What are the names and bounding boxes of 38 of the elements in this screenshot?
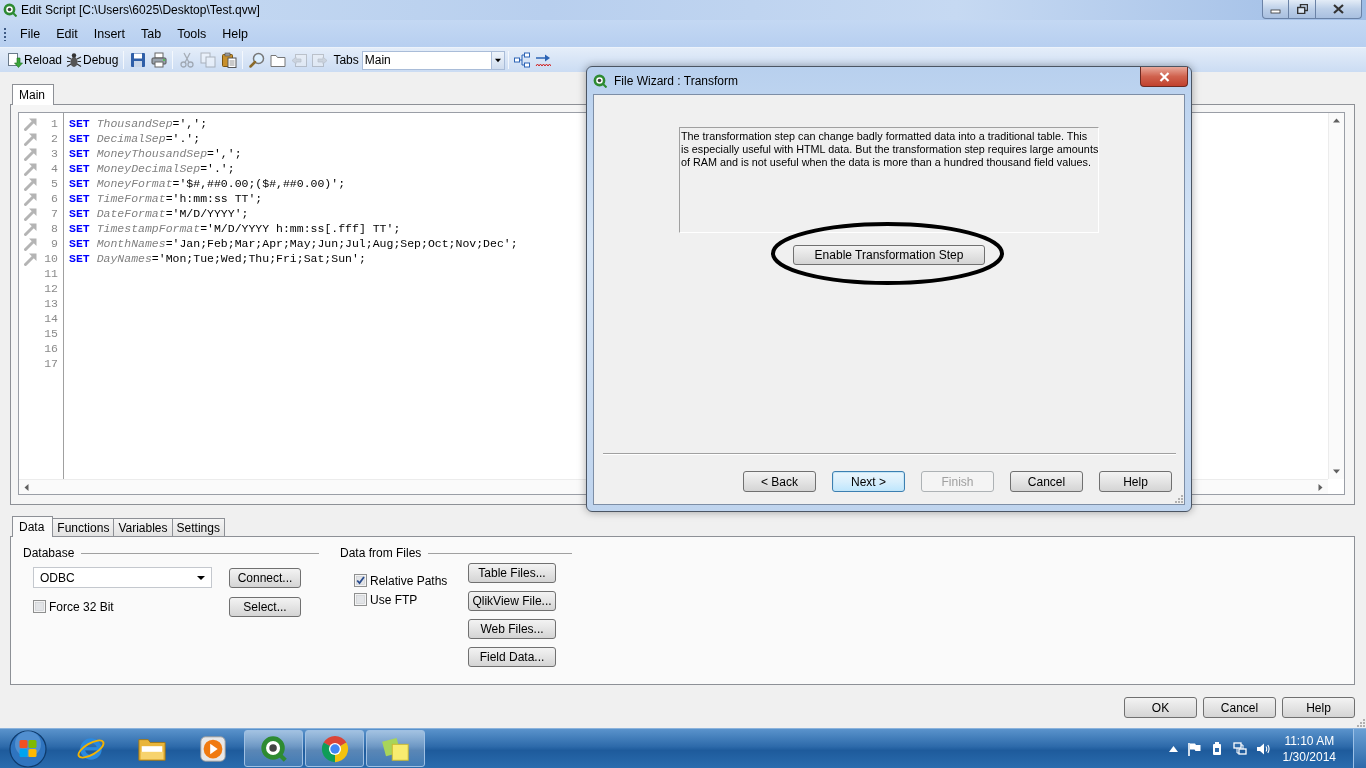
code-line: SET DecimalSep='.'; — [69, 131, 201, 146]
dialog-title: File Wizard : Transform — [614, 73, 739, 88]
line-number: 9 — [51, 237, 58, 250]
line-number: 12 — [44, 282, 58, 295]
line-number: 10 — [44, 252, 58, 265]
line-number: 3 — [51, 147, 58, 160]
tabs-label: Tabs — [333, 53, 359, 67]
checkbox-label: Relative Paths — [370, 573, 448, 588]
line-number: 8 — [51, 222, 58, 235]
code-line: SET DayNames='Mon;Tue;Wed;Thu;Fri;Sat;Sun'; — [69, 251, 366, 266]
line-number: 13 — [44, 297, 58, 310]
code-line: SET MoneyDecimalSep='.'; — [69, 161, 235, 176]
code-line: SET TimeFormat='h:mm:ss TT'; — [69, 191, 263, 206]
section-title: Data from Files — [340, 546, 422, 560]
line-number: 1 — [51, 117, 58, 130]
line-number: 5 — [51, 177, 58, 190]
code-line: SET MoneyFormat='$#,##0.00;($#,##0.00)'; — [69, 176, 346, 191]
code-line: SET DateFormat='M/D/YYYY'; — [69, 206, 249, 221]
line-number: 2 — [51, 132, 58, 145]
section-title: Database — [23, 546, 75, 560]
window-title: Edit Script [C:\Users\6025\Desktop\Test.qvw] — [21, 3, 260, 17]
line-number: 17 — [44, 357, 58, 370]
checkbox-label: Use FTP — [370, 592, 418, 607]
clock-time: 11:10 AM — [1284, 732, 1335, 749]
line-number: 16 — [44, 342, 58, 355]
code-line: SET ThousandSep=','; — [69, 116, 208, 131]
line-number: 15 — [44, 327, 58, 340]
line-number: 4 — [51, 162, 58, 175]
code-line: SET MonthNames='Jan;Feb;Mar;Apr;May;Jun;Jul;Aug;Sep;Oct;Nov;Dec'; — [69, 236, 518, 251]
line-number: 14 — [44, 312, 58, 325]
line-number: 6 — [51, 192, 58, 205]
code-line: SET TimestampFormat='M/D/YYYY h:mm:ss[.fff] TT'; — [69, 221, 401, 236]
line-number: 11 — [44, 267, 58, 280]
line-number: 7 — [51, 207, 58, 220]
clock-date: 1/30/2014 — [1282, 748, 1336, 765]
checkbox-label: Force 32 Bit — [49, 599, 114, 614]
description-text: The transformation step can change badly formatted data into a traditional table. This is especially useful with HTML data. But the transformation step requires large amounts of RAM and is not useful when the data is more than a hundred thousand field values. — [679, 127, 1099, 233]
code-line: SET MoneyThousandSep=','; — [69, 146, 242, 161]
